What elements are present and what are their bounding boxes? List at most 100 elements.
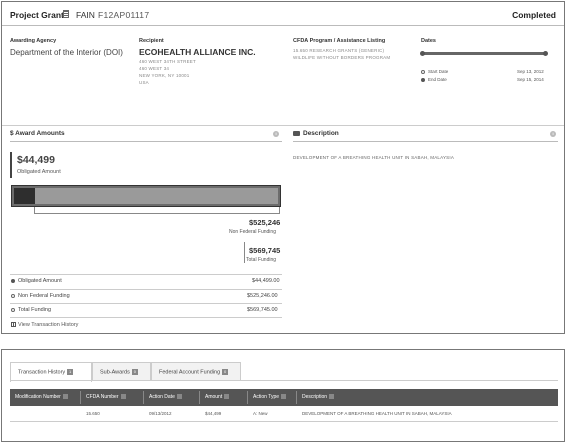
column-header-amount[interactable]: Amount [205,394,230,400]
column-divider [143,391,144,404]
column-divider [296,391,297,404]
recipient-address-line-1: 460 WEST 34TH STREET [139,59,196,64]
document-icon [63,10,69,18]
cell-action-date: 09/13/2012 [149,411,172,416]
recipient-country: USA [139,80,149,85]
column-header-label: Action Date [149,394,175,400]
recipient-address-line-2: 460 WEST 34 [139,66,170,71]
amounts-row-value: $525,246.00 [247,293,278,299]
column-header-label: Modification Number [15,394,61,400]
column-header-modification-number[interactable]: Modification Number [15,394,68,400]
non-federal-caption: Non Federal Funding [229,229,276,235]
amounts-row-total: Total Funding [11,307,51,313]
amounts-row-value: $44,499.00 [252,278,280,284]
funding-bar[interactable] [11,185,281,207]
date-range-track [420,51,548,56]
award-summary-panel: Project Grant FAIN F12AP01117 Completed … [1,1,565,334]
start-date: Sep 13, 2012 [517,69,544,74]
award-amounts-info-icon[interactable]: i [273,131,279,137]
obligated-amount-segment [14,188,35,204]
comment-icon [293,130,300,136]
award-amounts-rule [10,141,282,142]
column-divider [80,391,81,404]
cfda-program-line-2: WILDLIFE WITHOUT BORDERS PROGRAM [293,55,391,60]
non-federal-bracket-right [279,207,280,214]
award-type: Project Grant [10,10,64,20]
end-date-marker-icon [421,77,425,82]
column-header-label: CFDA Number [86,394,119,400]
tab-label: Federal Account Funding [159,369,221,376]
non-federal-bracket [34,213,280,214]
total-dot-icon [11,307,15,312]
cell-cfda-number: 15.650 [86,411,100,416]
award-status: Completed [512,10,556,20]
description-rule [293,141,558,142]
cell-action-type: A: New [253,411,268,416]
section-divider [2,125,564,126]
sort-icon [281,394,287,400]
description-info-icon[interactable]: i [550,131,556,137]
sort-icon [62,394,68,400]
amounts-table-top-rule [10,274,282,275]
description-title-label: Description [303,130,339,137]
amounts-table-rule [10,289,282,290]
non-federal-dot-icon [11,293,15,298]
start-date-marker-icon [421,69,425,74]
obligated-dot-icon [11,278,15,283]
description-title: Description [293,130,339,137]
column-header-action-type[interactable]: Action Type [253,394,287,400]
award-amounts-title: $ Award Amounts [10,130,65,137]
column-divider [199,391,200,404]
sort-icon [329,394,335,400]
end-date-row: End Date [421,77,447,82]
awarding-agency-label: Awarding Agency [10,38,57,44]
amounts-table-bottom-rule [10,317,282,318]
fain-number: F12AP01117 [98,10,150,20]
column-header-description[interactable]: Description [302,394,335,400]
end-date: Sep 15, 2014 [517,77,544,82]
transaction-history-panel: Transaction History 1 Sub-Awards 0 Federal… [1,349,565,442]
awarding-agency[interactable]: Department of the Interior (DOI) [10,48,123,57]
amounts-table-rule [10,303,282,304]
obligated-indicator [10,152,12,178]
cfda-program-line-1[interactable]: 15.650 RESEARCH GRANTS (GENERIC) [293,48,384,53]
column-header-action-date[interactable]: Action Date [149,394,182,400]
start-date-label: Start Date [428,69,449,74]
column-header-cfda-number[interactable]: CFDA Number [86,394,126,400]
recipient-name[interactable]: ECOHEALTH ALLIANCE INC. [139,47,256,57]
description-text: DEVELOPMENT OF A BREATHING HEALTH UNIT I… [293,155,455,160]
column-divider [247,391,248,404]
amounts-row-label: Total Funding [18,307,52,313]
total-caption: Total Funding [246,257,277,263]
column-header-label: Description [302,394,328,400]
sort-icon [176,394,182,400]
start-date-row: Start Date [421,69,448,74]
recipient-label: Recipient [139,38,164,44]
tab-sub-awards[interactable]: Sub-Awards 0 [92,362,151,381]
obligated-caption: Obligated Amount [17,169,61,175]
view-transaction-history-link[interactable]: View Transaction History [11,322,78,328]
table-icon [11,322,16,328]
view-transaction-history-label: View Transaction History [18,322,79,328]
sort-icon [120,394,126,400]
tab-count-badge: 0 [222,369,229,375]
column-header-label: Amount [205,394,223,400]
column-header-label: Action Type [253,394,280,400]
tab-label: Sub-Awards [100,369,130,376]
dates-label: Dates [421,38,436,44]
tab-federal-account-funding[interactable]: Federal Account Funding 0 [151,362,241,381]
table-row[interactable]: 15.650 09/13/2012 $44,499 A: New DEVELOP… [10,406,558,422]
amounts-row-label: Non Federal Funding [18,293,70,299]
tab-count-badge: 1 [67,369,74,375]
fain-label: FAIN [76,10,95,20]
cell-description: DEVELOPMENT OF A BREATHING HEALTH UNIT I… [302,411,452,416]
tab-transaction-history[interactable]: Transaction History 1 [10,362,92,382]
tab-label: Transaction History [18,369,66,376]
end-date-label: End Date [428,77,447,82]
amounts-row-label: Obligated Amount [18,278,62,284]
sort-icon [224,394,230,400]
amounts-row-value: $569,745.00 [247,307,278,313]
tab-count-badge: 0 [131,369,138,375]
total-bracket [244,242,245,263]
tabs-divider [10,380,558,381]
